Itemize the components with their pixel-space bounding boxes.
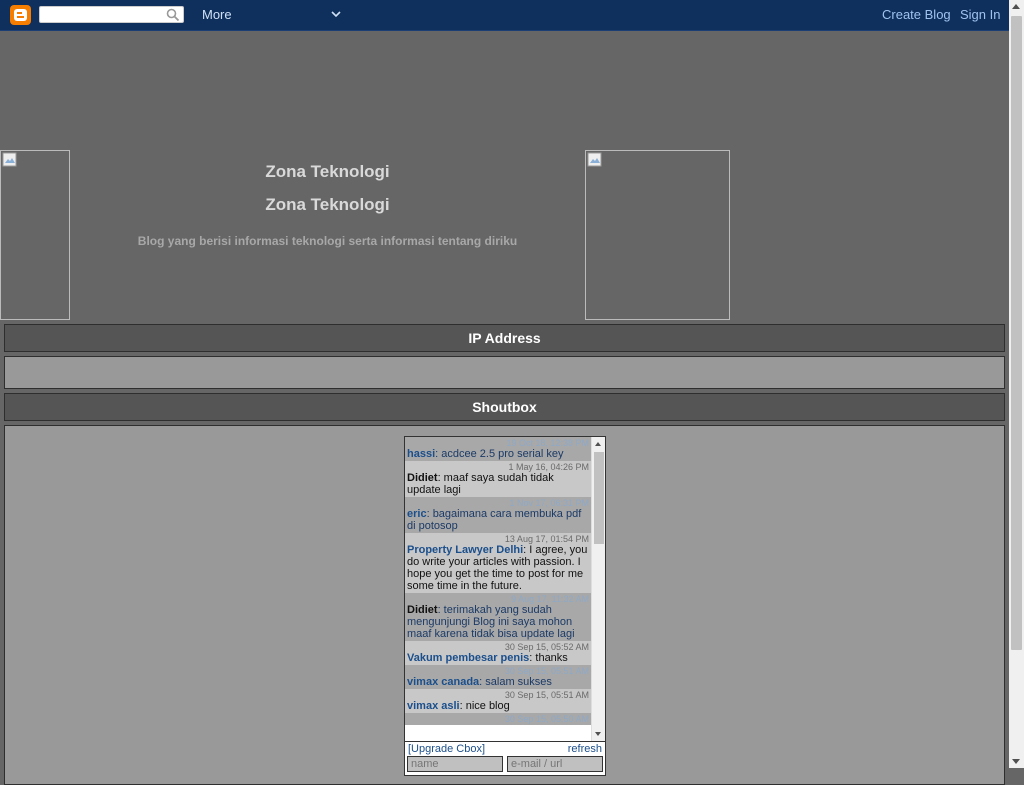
shout-item: 30 Sep 15, 05:52 AM Vakum pembesar penis:… [405,641,591,665]
shout-body: Didiet: terimakah yang sudah mengunjungi… [407,604,589,640]
shout-time: 30 Sep 15, 05:52 AM [504,642,589,652]
scroll-thumb[interactable] [1011,16,1022,650]
ip-address-widget-body [4,356,1005,389]
shout-body: vimax asli: nice blog [407,700,589,712]
shout-item: 1 May 16, 04:26 PM Didiet: maaf saya suda… [405,461,591,497]
shout-item: 30 Sep 15, 05:50 AM [405,713,591,725]
blog-title[interactable]: Zona Teknologi [70,162,585,182]
shout-time: 19 Oct 18, 12:38 PM [506,438,589,448]
scroll-up-icon[interactable] [595,442,601,446]
shout-item: 13 Aug 17, 01:54 PM Property Lawyer Delhi… [405,533,591,593]
shout-time: 9 Aug 17, 11:32 AM [511,594,589,604]
blog-title-secondary[interactable]: Zona Teknologi [70,195,585,215]
ip-address-widget-title: IP Address [4,324,1005,352]
shout-item: 1 Nov 17, 06:31 PM eric: bagaimana cara m… [405,497,591,533]
shout-text: : salam sukses [479,676,552,688]
shout-author[interactable]: eric [407,508,427,520]
scroll-down-icon[interactable] [1012,759,1020,764]
shout-text: : nice blog [459,700,510,712]
upgrade-cbox-link[interactable]: [Upgrade Cbox] [408,743,485,756]
scroll-down-icon[interactable] [595,732,601,736]
shout-time: 1 Nov 17, 06:31 PM [509,498,589,508]
shout-author[interactable]: hassi [407,448,435,460]
scroll-up-icon[interactable] [1012,4,1020,9]
shout-author[interactable]: Vakum pembesar penis [407,652,529,664]
blogger-navbar: More Create Blog Sign In [0,0,1009,31]
blog-description: Blog yang berisi informasi teknologi ser… [137,234,518,248]
shout-text: : thanks [529,652,568,664]
shout-body: Property Lawyer Delhi: I agree, you do w… [407,544,589,592]
shout-body: eric: bagaimana cara membuka pdf di poto… [407,508,589,532]
shout-author[interactable]: Didiet [407,472,438,484]
page-scrollbar[interactable] [1009,0,1024,768]
shout-body: Didiet: maaf saya sudah tidak update lag… [407,472,589,496]
shout-time: 30 Sep 15, 05:50 AM [504,714,589,724]
search-icon[interactable] [166,8,180,22]
more-menu[interactable]: More [202,7,232,22]
shout-time: 1 May 16, 04:26 PM [508,462,589,472]
navbar-search-box[interactable] [39,6,184,23]
shout-time: 30 Sep 15, 05:51 AM [504,666,589,676]
shout-text: : bagaimana cara membuka pdf di potosop [407,508,582,532]
shout-author[interactable]: vimax canada [407,676,479,688]
chevron-down-icon[interactable] [330,8,342,20]
shout-body: vimax canada: salam sukses [407,676,589,688]
sign-in-link[interactable]: Sign In [960,7,1000,22]
shout-item: 30 Sep 15, 05:51 AM vimax canada: salam s… [405,665,591,689]
shout-author[interactable]: Property Lawyer Delhi [407,544,523,556]
shout-item: 9 Aug 17, 11:32 AM Didiet: terimakah yang… [405,593,591,641]
shout-body: hassi: acdcee 2.5 pro serial key [407,448,589,460]
shoutbox-scrollbar[interactable] [591,437,605,741]
shoutbox-links: [Upgrade Cbox] refresh [405,741,605,757]
shout-item: 30 Sep 15, 05:51 AM vimax asli: nice blog [405,689,591,713]
broken-image-icon [2,152,17,167]
blogger-logo-icon[interactable] [10,5,31,25]
email-url-field[interactable] [507,756,603,772]
cbox-shoutbox: 19 Oct 18, 12:38 PM hassi: acdcee 2.5 pro… [404,436,606,776]
search-input[interactable] [44,8,162,21]
shoutbox-messages[interactable]: 19 Oct 18, 12:38 PM hassi: acdcee 2.5 pro… [405,437,591,741]
header-image-right [585,150,730,320]
shout-text: : acdcee 2.5 pro serial key [435,448,564,460]
scroll-thumb[interactable] [594,452,604,544]
shout-time: 30 Sep 15, 05:51 AM [504,690,589,700]
shoutbox-widget-title: Shoutbox [4,393,1005,421]
header-image-left [0,150,70,320]
shout-author[interactable]: Didiet [407,604,438,616]
name-field[interactable] [407,756,503,772]
refresh-link[interactable]: refresh [568,743,602,756]
shout-time: 13 Aug 17, 01:54 PM [504,534,589,544]
create-blog-link[interactable]: Create Blog [882,7,951,22]
broken-image-icon [587,152,602,167]
shout-body: Vakum pembesar penis: thanks [407,652,589,664]
shout-item: 19 Oct 18, 12:38 PM hassi: acdcee 2.5 pro… [405,437,591,461]
shout-author[interactable]: vimax asli [407,700,460,712]
